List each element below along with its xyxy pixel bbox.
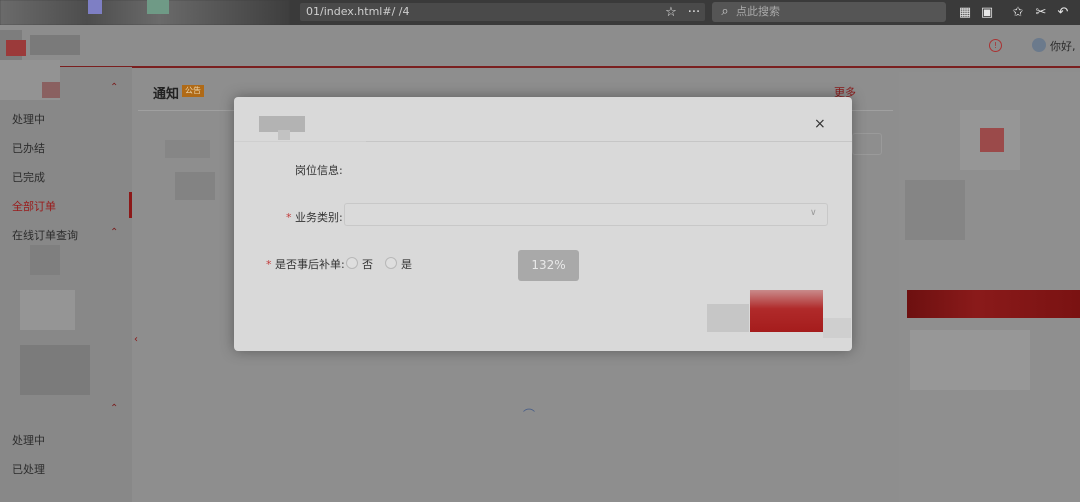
sidebar-mosaic bbox=[20, 345, 90, 395]
search-icon: ⌕ bbox=[721, 4, 729, 19]
confirm-button[interactable] bbox=[750, 290, 823, 332]
sidebar-mosaic bbox=[30, 245, 60, 275]
notice-title: 通知 bbox=[153, 87, 180, 102]
dialog-title-blurred bbox=[278, 130, 290, 140]
more-icon[interactable]: ··· bbox=[685, 0, 703, 25]
sidebar-item-processed[interactable]: 已处理 bbox=[12, 461, 45, 477]
alert-icon[interactable]: ! bbox=[989, 39, 1002, 52]
close-icon[interactable]: × bbox=[814, 116, 826, 132]
chevron-up-icon[interactable]: ⌃ bbox=[110, 227, 118, 238]
position-info-label: 岗位信息: bbox=[295, 164, 343, 177]
supplement-order-label: * 是否事后补单: bbox=[266, 258, 345, 271]
sidebar-logo-blurred bbox=[6, 40, 26, 56]
sidebar-item-concluded[interactable]: 已办结 bbox=[12, 140, 45, 156]
main-select-partial[interactable] bbox=[852, 133, 882, 155]
user-greeting[interactable]: 你好, bbox=[1050, 38, 1076, 54]
sidebar-mosaic bbox=[42, 82, 60, 98]
sidebar-mosaic bbox=[30, 35, 80, 55]
right-panel-mosaic bbox=[980, 128, 1004, 152]
cancel-button[interactable] bbox=[707, 304, 749, 332]
favorites-icon[interactable]: ✩ bbox=[1009, 0, 1027, 25]
dialog-title-underline bbox=[234, 141, 366, 142]
right-panel-mosaic bbox=[905, 180, 965, 240]
page-header bbox=[0, 25, 1080, 68]
zoom-indicator: 132% bbox=[518, 250, 579, 281]
radio-yes[interactable] bbox=[385, 257, 397, 269]
radio-no-label[interactable]: 否 bbox=[362, 256, 373, 272]
star-icon[interactable]: ☆ bbox=[662, 0, 680, 25]
sidebar-active-indicator bbox=[129, 192, 132, 218]
undo-icon[interactable]: ↶ bbox=[1054, 0, 1072, 25]
dialog-divider bbox=[366, 141, 852, 142]
main-mosaic bbox=[165, 140, 210, 158]
chevron-up-icon[interactable]: ⌃ bbox=[110, 82, 118, 93]
radio-no[interactable] bbox=[346, 257, 358, 269]
right-panel-banner-blurred bbox=[907, 290, 1080, 318]
sidebar-item-processing-2[interactable]: 处理中 bbox=[12, 432, 45, 448]
sidebar-item-completed[interactable]: 已完成 bbox=[12, 169, 45, 185]
business-category-label: * 业务类别: bbox=[286, 211, 343, 224]
right-panel-mosaic bbox=[910, 330, 1030, 390]
loading-spinner-icon: ⌒ bbox=[523, 408, 536, 422]
sidebar-group-online-order-query[interactable]: 在线订单查询 bbox=[12, 227, 78, 243]
browser-search-input[interactable]: 点此搜索 bbox=[712, 2, 946, 22]
avatar[interactable] bbox=[1032, 38, 1046, 52]
main-mosaic bbox=[175, 172, 215, 200]
business-category-select[interactable] bbox=[344, 203, 828, 226]
address-bar[interactable]: 01/index.html#/ /4 bbox=[300, 3, 705, 21]
chevron-down-icon[interactable]: ∨ bbox=[810, 208, 817, 218]
chevron-up-icon[interactable]: ⌃ bbox=[110, 403, 118, 414]
radio-yes-label[interactable]: 是 bbox=[401, 256, 412, 272]
tab-favicon bbox=[147, 0, 169, 14]
cut-icon[interactable]: ✂ bbox=[1032, 0, 1050, 25]
tab-favicon bbox=[88, 0, 102, 14]
sidebar-mosaic bbox=[20, 290, 75, 330]
sidebar-item-processing[interactable]: 处理中 bbox=[12, 111, 45, 127]
browser-tabs-blurred bbox=[0, 0, 290, 25]
notice-badge: 公告 bbox=[182, 85, 204, 97]
dialog-footer-mosaic bbox=[823, 318, 851, 338]
extension-icon[interactable]: ▦ bbox=[956, 0, 974, 25]
grid-icon[interactable]: ▣ bbox=[978, 0, 996, 25]
sidebar-item-all-orders[interactable]: 全部订单 bbox=[12, 198, 56, 214]
